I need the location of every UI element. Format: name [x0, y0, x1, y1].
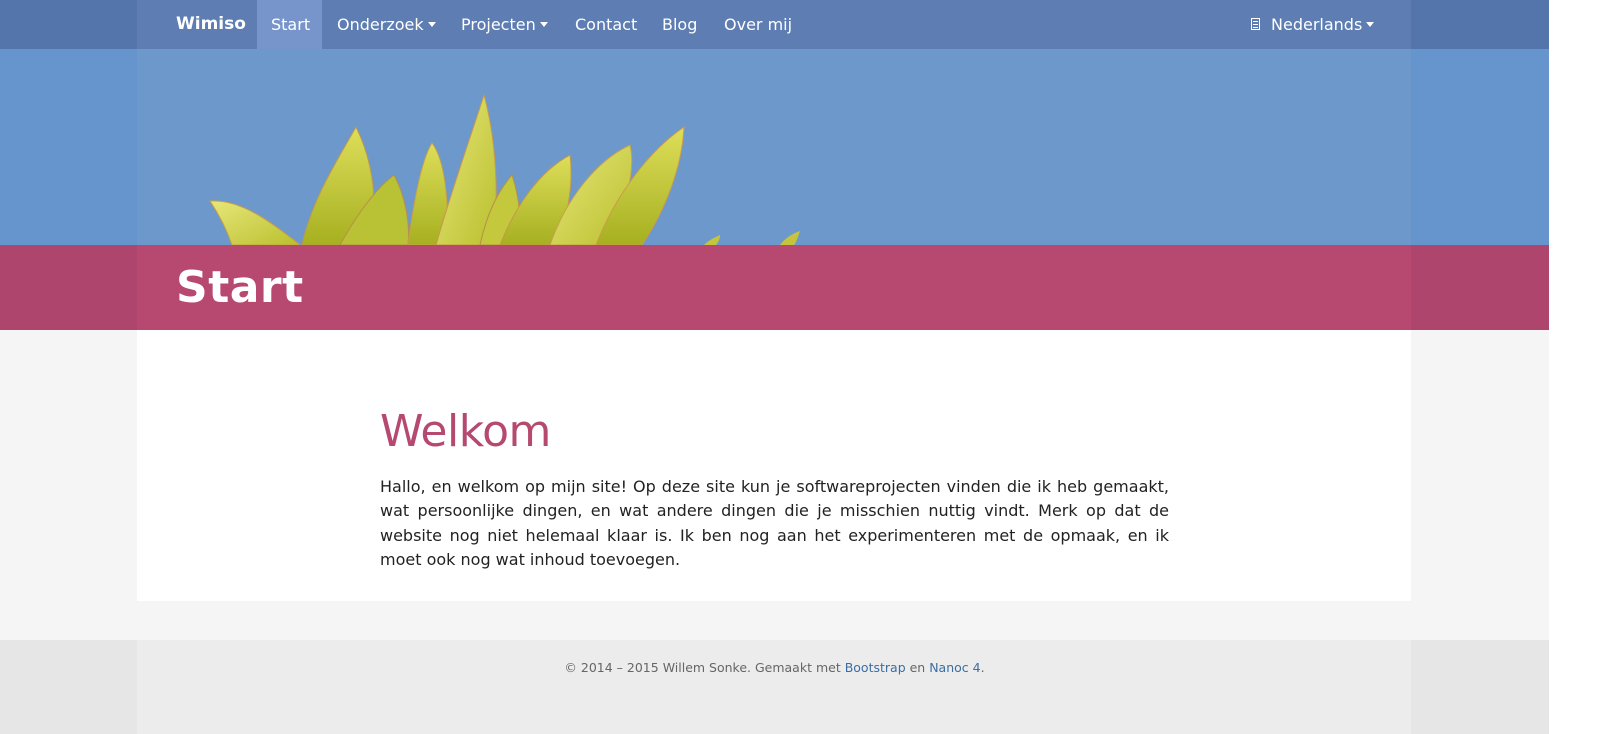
- bootstrap-link[interactable]: Bootstrap: [845, 660, 906, 675]
- caret-down-icon: [1366, 22, 1375, 27]
- nav-item-label: Projecten: [461, 15, 536, 34]
- intro-paragraph: Hallo, en welkom op mijn site! Op deze s…: [380, 477, 1169, 569]
- caret-down-icon: [539, 22, 548, 27]
- copyright-text: © 2014 – 2015 Willem Sonke. Gemaakt met: [564, 660, 845, 675]
- nav-item-label: Over mij: [724, 15, 793, 34]
- nav-item-label: Contact: [575, 15, 638, 34]
- footer-container: [137, 640, 1411, 734]
- nav-item-label: Onderzoek: [337, 15, 424, 34]
- nav-item-label: Blog: [662, 15, 698, 34]
- hero-banner: [0, 49, 1549, 245]
- footer: [0, 640, 1549, 734]
- language-label: Nederlands: [1271, 15, 1363, 34]
- welcome-heading: Welkom: [380, 406, 551, 457]
- nanoc-link[interactable]: Nanoc 4: [929, 660, 980, 675]
- footer-text: © 2014 – 2015 Willem Sonke. Gemaakt met …: [0, 660, 1549, 675]
- language-dropdown[interactable]: Nederlands: [1237, 0, 1388, 49]
- language-icon: [1251, 17, 1260, 30]
- page-title: Start: [176, 262, 304, 313]
- nav-item-projecten[interactable]: Projecten: [447, 0, 562, 49]
- caret-down-icon: [427, 22, 436, 27]
- footer-period: .: [980, 660, 985, 675]
- nav-item-contact[interactable]: Contact: [561, 0, 651, 49]
- nav-item-onderzoek[interactable]: Onderzoek: [323, 0, 450, 49]
- footer-connector: en: [905, 660, 930, 675]
- nav-item-label: Start: [271, 15, 311, 34]
- title-band-container: [137, 245, 1411, 330]
- nav-item-start[interactable]: Start: [257, 0, 322, 49]
- nav-item-over-mij[interactable]: Over mij: [710, 0, 806, 49]
- leaves-image: [209, 93, 800, 245]
- right-edge-strip: [1549, 0, 1600, 734]
- nav-item-blog[interactable]: Blog: [648, 0, 711, 49]
- page: Wimiso Start Onderzoek Projecten Contact…: [0, 0, 1549, 734]
- brand-link[interactable]: Wimiso: [176, 0, 246, 49]
